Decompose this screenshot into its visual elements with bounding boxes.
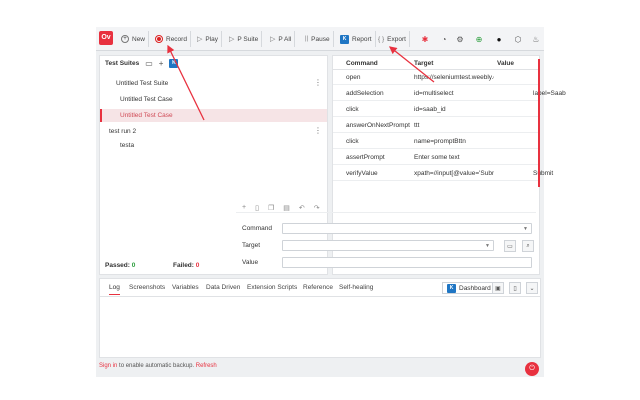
suite-item[interactable]: Untitled Test Suite (116, 80, 168, 87)
braces-icon: { } (378, 35, 385, 43)
value-label: Value (242, 259, 259, 266)
play-suite-button[interactable]: ▷ P Suite (226, 31, 263, 47)
notification-icon[interactable]: ♨ (530, 33, 542, 45)
passed-label: Passed: (105, 262, 130, 269)
command-label: Command (242, 225, 272, 232)
pause-icon: || (305, 36, 309, 42)
tab-data-driven[interactable]: Data Driven (206, 284, 240, 291)
delete-command-icon[interactable]: ▯ (255, 204, 259, 212)
tab-extension-scripts[interactable]: Extension Scripts (247, 284, 297, 291)
suite-item[interactable]: test run 2 (109, 128, 136, 135)
screenshot-icon[interactable]: ▣ (492, 282, 504, 294)
play-icon: ▷ (197, 36, 203, 43)
plus-icon: + (121, 35, 129, 43)
pause-button-label: Pause (311, 35, 330, 43)
record-button[interactable]: Record (152, 31, 191, 47)
tab-reference[interactable]: Reference (303, 284, 333, 291)
chevron-down-icon[interactable]: ⌄ (526, 282, 538, 294)
github-icon[interactable]: ● (493, 33, 505, 45)
command-editor-area: + ▯ ❐ ▤ ↶ ↷ Command ▼ Target ▼ ▭ ⌕ Value (236, 55, 542, 275)
redo-icon[interactable]: ↷ (314, 204, 320, 212)
refresh-link[interactable]: Refresh (196, 363, 217, 369)
power-icon[interactable]: ⏻ (525, 362, 539, 376)
footer-message: Sign in to enable automatic backup. Refr… (99, 363, 217, 369)
tab-variables[interactable]: Variables (172, 284, 199, 291)
import-icon[interactable]: K (169, 58, 179, 68)
copy-icon[interactable]: ❐ (268, 204, 274, 212)
gear-icon[interactable]: ⚙ (454, 33, 466, 45)
tab-screenshots[interactable]: Screenshots (129, 284, 165, 291)
test-case-item[interactable]: Untitled Test Case (120, 96, 173, 103)
test-case-item[interactable]: testa (120, 142, 134, 149)
target-label: Target (242, 242, 261, 249)
export-button-label: Export (387, 35, 406, 43)
footer-text: to enable automatic backup. (117, 363, 196, 369)
passed-value: 0 (131, 262, 136, 269)
passed-stat: Passed: 0 (105, 262, 135, 269)
timer-icon[interactable]: ◔ (438, 33, 450, 45)
log-tabs: Log Screenshots Variables Data Driven Ex… (100, 279, 540, 297)
add-command-icon[interactable]: + (242, 204, 246, 211)
table-edit-toolbar: + ▯ ❐ ▤ ↶ ↷ (236, 203, 536, 213)
chevron-down-icon: ▼ (523, 226, 528, 232)
toolbar: Ov + New Record ▷ Play ▷ P Suite ▷ P All… (96, 27, 544, 51)
help-icon[interactable]: ⊕ (473, 33, 485, 45)
tab-log[interactable]: Log (109, 284, 120, 295)
undo-icon[interactable]: ↶ (299, 204, 305, 212)
play-all-icon: ▷ (270, 36, 276, 43)
record-button-label: Record (166, 35, 187, 43)
test-suites-title: Test Suites (105, 59, 140, 67)
new-button-label: New (132, 35, 146, 43)
command-input[interactable]: ▼ (282, 223, 532, 234)
play-button[interactable]: ▷ Play (194, 31, 223, 47)
record-icon (155, 35, 163, 43)
log-panel: Log Screenshots Variables Data Driven Ex… (99, 278, 541, 358)
play-all-button[interactable]: ▷ P All (267, 31, 296, 47)
failed-stat: Failed: 0 (173, 262, 199, 269)
app-logo: Ov (99, 31, 113, 45)
new-button[interactable]: + New (118, 31, 150, 47)
report-icon: K (340, 34, 349, 44)
failed-value: 0 (195, 262, 200, 269)
target-input[interactable]: ▼ (282, 240, 494, 251)
extension-icon[interactable]: ⬡ (512, 33, 524, 45)
play-button-label: Play (205, 35, 219, 43)
tab-self-healing[interactable]: Self-healing (339, 284, 373, 291)
play-suite-button-label: P Suite (237, 35, 259, 43)
signin-link[interactable]: Sign in (99, 363, 117, 369)
select-target-icon[interactable]: ▭ (504, 240, 516, 252)
export-button[interactable]: { } Export (375, 31, 410, 47)
bug-icon[interactable]: ✱ (419, 33, 431, 45)
dashboard-button[interactable]: K Dashboard (442, 282, 496, 294)
report-button[interactable]: K Report (337, 31, 376, 47)
add-suite-icon[interactable]: + (159, 59, 164, 68)
chevron-down-icon: ▼ (485, 243, 490, 249)
dashboard-icon: K (447, 283, 456, 293)
search-icon[interactable]: ⌕ (522, 240, 534, 252)
table-scrollbar[interactable] (538, 59, 540, 187)
report-button-label: Report (352, 35, 372, 43)
dashboard-label: Dashboard (459, 284, 491, 292)
play-all-button-label: P All (278, 35, 292, 43)
value-input[interactable] (282, 257, 532, 268)
play-suite-icon: ▷ (229, 36, 235, 43)
trash-icon[interactable]: ▯ (509, 282, 521, 294)
pause-button[interactable]: || Pause (302, 31, 334, 47)
failed-label: Failed: (173, 262, 194, 269)
paste-icon[interactable]: ▤ (283, 204, 290, 212)
folder-icon[interactable]: ▭ (145, 59, 153, 68)
